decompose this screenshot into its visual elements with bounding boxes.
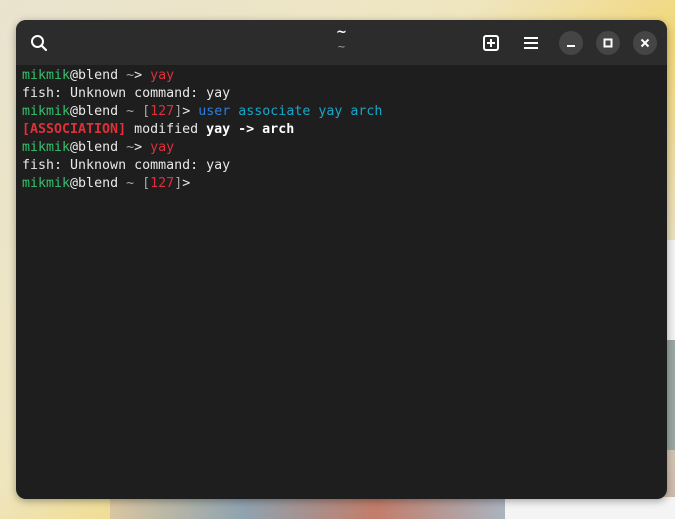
line-6: fish: Unknown command: yay xyxy=(22,158,231,173)
line-5: mikmik@blend ~> yay xyxy=(22,140,175,155)
line-4: [ASSOCIATION] modified yay -> arch xyxy=(22,122,295,137)
line-3: mikmik@blend ~ [127]> user associate yay… xyxy=(22,104,383,119)
plus-box-icon xyxy=(483,35,499,51)
hamburger-icon xyxy=(524,37,538,49)
minimize-button[interactable] xyxy=(559,31,583,55)
terminal-window: ~ ~ mikmik@blend ~> yay fish: Unknown com… xyxy=(16,20,667,499)
close-icon xyxy=(640,38,650,48)
header-bar: ~ ~ xyxy=(16,20,667,65)
menu-button[interactable] xyxy=(519,31,543,55)
maximize-button[interactable] xyxy=(596,31,620,55)
close-button[interactable] xyxy=(633,31,657,55)
maximize-icon xyxy=(603,38,613,48)
line-1: mikmik@blend ~> yay xyxy=(22,68,175,83)
new-tab-button[interactable] xyxy=(479,31,503,55)
line-7-prompt: mikmik@blend ~ [127]> xyxy=(22,176,191,191)
minimize-icon xyxy=(567,45,575,47)
terminal-output[interactable]: mikmik@blend ~> yay fish: Unknown command… xyxy=(16,65,667,193)
line-2: fish: Unknown command: yay xyxy=(22,86,231,101)
